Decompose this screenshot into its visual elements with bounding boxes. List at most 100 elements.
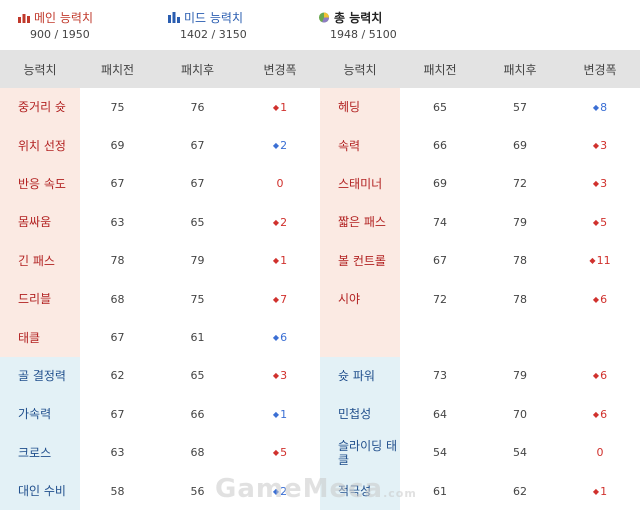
stat-after: 70 <box>513 407 527 421</box>
arrow-up-icon: ◆ <box>592 409 600 419</box>
stat-before: 64 <box>433 407 447 421</box>
stat-before: 54 <box>433 446 447 460</box>
stat-before: 67 <box>433 254 447 268</box>
stat-before: 67 <box>110 177 125 191</box>
stat-change: 0 <box>560 434 640 472</box>
table-row: 긴 패스 78 79 ◆ 1 볼 컨트롤 67 78 ◆ 11 <box>0 241 640 280</box>
arrow-down-icon: ◆ <box>272 141 280 151</box>
stat-after: 78 <box>513 292 527 306</box>
stat-before: 69 <box>110 139 125 153</box>
main-stat-label: 메인 능력치 <box>34 10 94 25</box>
header-after-2: 패치후 <box>503 62 537 77</box>
stat-change: ◆ 3 <box>560 165 640 203</box>
stat-name: 반응 속도 <box>0 164 80 204</box>
stat-change-value: 2 <box>280 215 288 229</box>
stat-name: 속력 <box>320 126 400 165</box>
stat-change-value: 8 <box>600 100 608 114</box>
stat-name: 민첩성 <box>320 395 400 434</box>
stat-name: 스태미너 <box>320 164 400 204</box>
stat-change-value: 6 <box>280 331 288 345</box>
table-row: 반응 속도 67 67 0 스태미너 69 72 ◆ 3 <box>0 164 640 204</box>
stat-after: 79 <box>513 369 527 383</box>
stat-before: 68 <box>110 292 125 306</box>
arrow-up-icon: ◆ <box>589 256 596 266</box>
stat-name: 볼 컨트롤 <box>320 241 400 280</box>
table-body: 중거리 슛 75 76 ◆ 1 헤딩 65 57 ◆ 8 위치 선정 69 67 ◆ 2 속력 66 69 ◆ 3 반응… <box>0 88 640 511</box>
arrow-up-icon: ◆ <box>592 179 600 189</box>
stat-change: ◆ 6 <box>240 318 320 356</box>
header-stat: 능력치 <box>23 62 57 77</box>
stat-after: 65 <box>190 215 205 229</box>
stat-before: 75 <box>110 100 125 114</box>
stat-change: ◆ 1 <box>240 88 320 126</box>
arrow-down-icon: ◆ <box>272 333 280 343</box>
stat-change: ◆ 3 <box>240 357 320 395</box>
arrow-up-icon: ◆ <box>272 102 280 112</box>
table-row: 드리블 68 75 ◆ 7 시야 72 78 ◆ 6 <box>0 279 640 319</box>
stat-change: ◆ 1 <box>240 242 320 280</box>
total-stat-label: 총 능력치 <box>334 10 383 25</box>
stat-after: 75 <box>190 292 205 306</box>
pie-chart-icon <box>318 11 330 23</box>
arrow-up-icon: ◆ <box>592 486 600 496</box>
stat-before: 78 <box>110 254 125 268</box>
stat-before: 66 <box>433 139 447 153</box>
stat-change-value: 6 <box>600 292 608 306</box>
arrow-up-icon: ◆ <box>272 371 280 381</box>
stat-before: 74 <box>433 215 447 229</box>
arrow-up-icon: ◆ <box>272 217 280 227</box>
header-before-2: 패치전 <box>423 62 457 77</box>
stat-change-value: 3 <box>600 139 608 153</box>
main-stat-summary: 메인 능력치 900 / 1950 <box>18 9 93 41</box>
stat-change: ◆ 5 <box>240 434 320 472</box>
stat-change-value: 3 <box>280 369 288 383</box>
stat-after: 62 <box>513 484 527 498</box>
stat-name: 몸싸움 <box>0 203 80 242</box>
table-row: 태클 67 61 ◆ 6 <box>0 318 640 357</box>
stat-after: 79 <box>513 215 527 229</box>
stat-comparison-table: 능력치 패치전 패치후 변경폭 능력치 패치전 패치후 변경폭 중거리 슛 75 7… <box>0 50 640 511</box>
mid-stat-summary: 미드 능력치 1402 / 3150 <box>168 9 247 41</box>
stat-change: ◆ 6 <box>560 280 640 318</box>
stat-after: 65 <box>190 369 205 383</box>
stat-before: 58 <box>110 484 125 498</box>
stat-before: 72 <box>433 292 447 306</box>
stat-change-value: 1 <box>600 484 608 498</box>
stat-name: 드리블 <box>0 279 80 319</box>
stat-name: 헤딩 <box>320 88 400 127</box>
stat-before: 63 <box>110 446 125 460</box>
arrow-up-icon: ◆ <box>272 256 280 266</box>
stat-change-value: 1 <box>280 100 288 114</box>
stat-name: 시야 <box>320 279 400 319</box>
header-stat-2: 능력치 <box>343 62 377 77</box>
stat-name: 짧은 패스 <box>320 203 400 242</box>
stat-after: 61 <box>190 331 205 345</box>
stat-name: 위치 선정 <box>0 126 80 165</box>
bar-chart-blue-icon <box>168 11 180 23</box>
arrow-down-icon: ◆ <box>272 409 280 419</box>
stat-after: 78 <box>513 254 527 268</box>
stat-change: ◆ 2 <box>240 126 320 164</box>
stat-before: 73 <box>433 369 447 383</box>
watermark-logo: GameMeca.com <box>215 474 417 504</box>
stat-after: 72 <box>513 177 527 191</box>
total-stat-summary: 총 능력치 1948 / 5100 <box>318 9 397 41</box>
mid-stat-label: 미드 능력치 <box>184 10 244 25</box>
header-change: 변경폭 <box>263 62 297 77</box>
header-after: 패치후 <box>180 62 215 77</box>
main-stat-value: 900 / 1950 <box>30 28 90 41</box>
stat-change-value: 5 <box>280 446 288 460</box>
stat-after: 54 <box>513 446 527 460</box>
table-row: 중거리 슛 75 76 ◆ 1 헤딩 65 57 ◆ 8 <box>0 88 640 127</box>
stat-change: ◆ 1 <box>240 395 320 433</box>
arrow-up-icon: ◆ <box>592 217 600 227</box>
total-stat-value: 1948 / 5100 <box>330 28 397 41</box>
stat-name: 가속력 <box>0 395 80 434</box>
table-row: 골 결정력 62 65 ◆ 3 슛 파워 73 79 ◆ 6 <box>0 356 640 396</box>
stat-change-value: 5 <box>600 215 608 229</box>
arrow-down-icon: ◆ <box>592 102 600 112</box>
stat-change-value: 1 <box>280 254 288 268</box>
table-header: 능력치 패치전 패치후 변경폭 능력치 패치전 패치후 변경폭 <box>0 50 640 88</box>
mid-stat-value: 1402 / 3150 <box>180 28 247 41</box>
bar-chart-red-icon <box>18 13 30 23</box>
